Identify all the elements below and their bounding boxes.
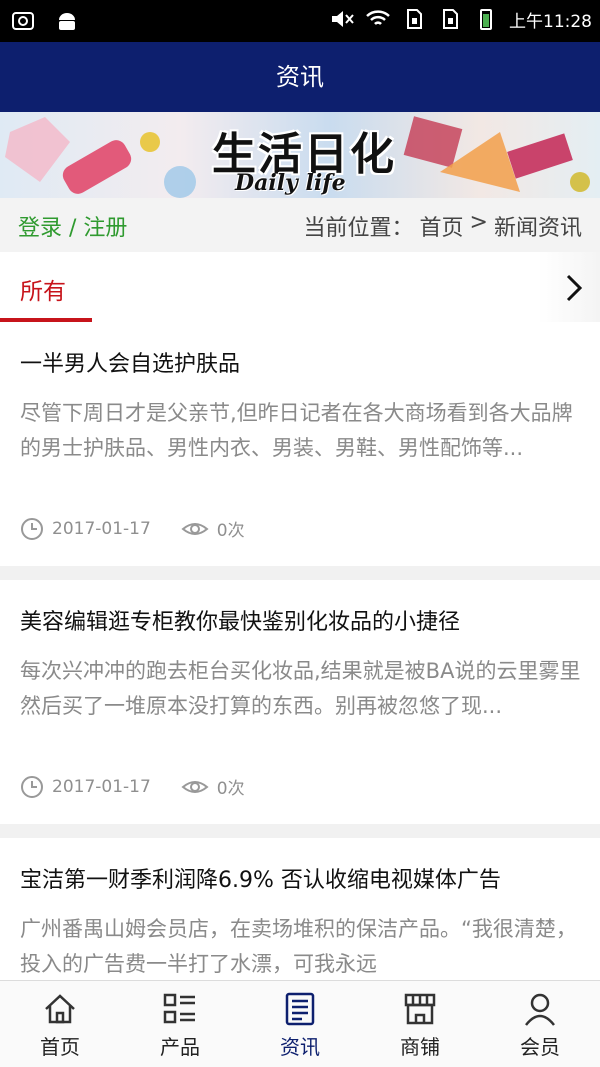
breadcrumb-prefix: 当前位置： xyxy=(303,216,414,241)
article-meta: 2017-01-17 0次 xyxy=(20,516,245,541)
banner-subtitle: Daily life xyxy=(235,170,346,196)
mute-icon xyxy=(332,11,354,27)
article-card[interactable]: 美容编辑逛专柜教你最快鉴别化妆品的小捷径 每次兴冲冲的跑去柜台买化妆品,结果就是… xyxy=(0,580,600,824)
user-icon xyxy=(525,993,555,1026)
screenshot-icon xyxy=(12,12,34,30)
bottom-nav: 首页 产品 资讯 商铺 会员 xyxy=(0,980,600,1067)
breadcrumb-home[interactable]: 首页 xyxy=(420,210,464,242)
tab-all-label: 所有 xyxy=(20,279,66,305)
news-icon xyxy=(285,992,315,1026)
sim2-icon xyxy=(443,9,458,29)
article-card[interactable]: 一半男人会自选护肤品 尽管下周日才是父亲节,但昨日记者在各大商场看到各大品牌的男… xyxy=(0,322,600,566)
grid-list-icon xyxy=(163,993,195,1024)
eye-icon xyxy=(181,780,209,793)
article-title[interactable]: 美容编辑逛专柜教你最快鉴别化妆品的小捷径 xyxy=(20,604,460,636)
article-summary: 尽管下周日才是父亲节,但昨日记者在各大商场看到各大品牌的男士护肤品、男性内衣、男… xyxy=(20,401,573,460)
nav-member-label: 会员 xyxy=(520,1035,560,1059)
battery-icon xyxy=(480,9,492,30)
article-summary: 广州番禺山姆会员店，在卖场堆积的保洁产品。“我很清楚，投入的广告费一半打了水漂，… xyxy=(20,917,577,976)
nav-home-label: 首页 xyxy=(40,1035,80,1059)
article-list: 一半男人会自选护肤品 尽管下周日才是父亲节,但昨日记者在各大商场看到各大品牌的男… xyxy=(0,322,600,1067)
nav-news[interactable]: 资讯 xyxy=(240,981,360,1067)
category-tabs: 所有 xyxy=(0,252,600,322)
login-register-link[interactable]: 登录 / 注册 xyxy=(18,210,127,242)
nav-news-label: 资讯 xyxy=(280,1035,320,1059)
status-bar: 上午11:28 xyxy=(0,0,600,42)
breadcrumb-current: 新闻资讯 xyxy=(493,216,582,241)
eye-icon xyxy=(181,522,209,535)
breadcrumb-separator: > xyxy=(469,210,488,235)
article-title[interactable]: 宝洁第一财季利润降6.9% 否认收缩电视媒体广告 xyxy=(20,862,501,894)
home-icon xyxy=(45,994,75,1024)
nav-shop[interactable]: 商铺 xyxy=(360,981,480,1067)
location-bar: 登录 / 注册 当前位置： 首页 > 新闻资讯 xyxy=(0,198,600,252)
clock-icon xyxy=(21,517,43,540)
article-summary: 每次兴冲冲的跑去柜台买化妆品,结果就是被BA说的云里雾里然后买了一堆原本没打算的… xyxy=(20,659,581,718)
article-title[interactable]: 一半男人会自选护肤品 xyxy=(20,346,240,378)
tab-all[interactable]: 所有 xyxy=(0,252,92,322)
article-date: 2017-01-17 xyxy=(52,518,151,539)
nav-member[interactable]: 会员 xyxy=(480,981,600,1067)
article-views: 0次 xyxy=(216,779,245,799)
status-time: 上午11:28 xyxy=(509,11,592,32)
nav-home[interactable]: 首页 xyxy=(0,981,120,1067)
android-icon xyxy=(59,13,75,30)
tabs-more-button[interactable] xyxy=(538,252,600,322)
nav-products[interactable]: 产品 xyxy=(120,981,240,1067)
article-meta: 2017-01-17 0次 xyxy=(20,774,245,799)
shop-icon xyxy=(404,993,436,1025)
clock-icon xyxy=(21,775,43,798)
article-views: 0次 xyxy=(216,521,245,541)
breadcrumb: 当前位置： 首页 > 新闻资讯 xyxy=(304,210,582,242)
banner-image[interactable]: 生活日化 Daily life xyxy=(0,112,600,198)
chevron-right-icon xyxy=(566,274,583,302)
wifi-icon xyxy=(366,10,390,25)
sim1-icon xyxy=(407,9,422,29)
nav-shop-label: 商铺 xyxy=(400,1035,440,1059)
article-date: 2017-01-17 xyxy=(52,776,151,797)
nav-products-label: 产品 xyxy=(160,1035,200,1059)
page-title: 资讯 xyxy=(0,42,600,112)
